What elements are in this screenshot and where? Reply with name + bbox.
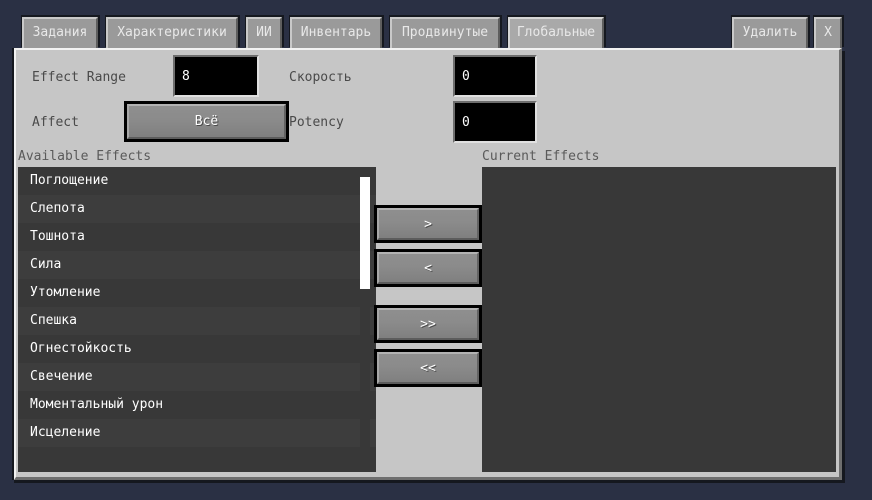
close-button[interactable]: X	[814, 17, 842, 49]
move-all-left-button[interactable]: <<	[374, 349, 482, 387]
available-effects-header: Available Effects	[18, 149, 152, 164]
list-item[interactable]: Огнестойкость	[18, 335, 376, 363]
tab-label: Продвинутые	[401, 25, 489, 40]
double-chevron-right-icon: >>	[420, 316, 436, 332]
list-item[interactable]: Слепота	[18, 195, 376, 223]
tab-label: Характеристики	[117, 25, 227, 40]
tab-harakteristiki[interactable]: Характеристики	[106, 17, 238, 49]
available-effects-list[interactable]: Поглощение Слепота Тошнота Сила Утомление Спе…	[18, 167, 376, 472]
available-effects-scrollbar-thumb[interactable]	[360, 177, 370, 289]
current-effects-header: Current Effects	[482, 149, 600, 164]
list-item[interactable]: Исцеление	[18, 419, 376, 447]
chevron-right-icon: >	[424, 216, 432, 232]
potency-input[interactable]: 0	[453, 101, 537, 143]
tab-zadaniya[interactable]: Задания	[22, 17, 98, 49]
speed-input[interactable]: 0	[453, 55, 537, 97]
current-effects-list[interactable]	[482, 167, 836, 472]
list-item[interactable]: Моментальный урон	[18, 391, 376, 419]
chevron-left-icon: <	[424, 260, 432, 276]
move-left-button[interactable]: <	[374, 249, 482, 287]
delete-button-label: Удалить	[742, 25, 798, 40]
list-item[interactable]: Спешка	[18, 307, 376, 335]
effect-range-label: Effect Range	[32, 70, 126, 85]
effect-range-input[interactable]: 8	[173, 55, 259, 97]
speed-value: 0	[462, 68, 470, 84]
available-effects-items: Поглощение Слепота Тошнота Сила Утомление Спе…	[18, 167, 376, 447]
tab-strip: Задания Характеристики ИИ Инвентарь Прод…	[0, 0, 872, 49]
global-effects-panel: Effect Range 8 Affect Всё Скорость 0 Pot…	[14, 48, 842, 480]
tab-inventar[interactable]: Инвентарь	[290, 17, 382, 49]
list-item[interactable]: Поглощение	[18, 167, 376, 195]
potency-value: 0	[462, 114, 470, 130]
tab-ii[interactable]: ИИ	[246, 17, 282, 49]
affect-label: Affect	[32, 115, 79, 130]
list-item[interactable]: Свечение	[18, 363, 376, 391]
move-all-right-button[interactable]: >>	[374, 305, 482, 343]
list-item[interactable]: Тошнота	[18, 223, 376, 251]
list-item[interactable]: Сила	[18, 251, 376, 279]
move-right-button[interactable]: >	[374, 205, 482, 243]
delete-button[interactable]: Удалить	[732, 17, 808, 49]
close-button-label: X	[824, 25, 832, 40]
potency-label: Potency	[289, 115, 344, 130]
effect-range-value: 8	[182, 68, 190, 84]
tab-globalnye[interactable]: Глобальные	[508, 17, 604, 49]
affect-button-label: Всё	[194, 114, 219, 129]
tab-prodvinutye[interactable]: Продвинутые	[390, 17, 500, 49]
tab-label: Инвентарь	[300, 25, 372, 40]
tab-label: ИИ	[256, 25, 272, 40]
speed-label: Скорость	[289, 70, 352, 85]
affect-dropdown-button[interactable]: Всё	[124, 101, 289, 142]
double-chevron-left-icon: <<	[420, 360, 436, 376]
tab-label: Задания	[32, 25, 88, 40]
tab-label: Глобальные	[516, 25, 596, 40]
list-item[interactable]: Утомление	[18, 279, 376, 307]
available-effects-scrollbar-track[interactable]	[360, 167, 370, 472]
